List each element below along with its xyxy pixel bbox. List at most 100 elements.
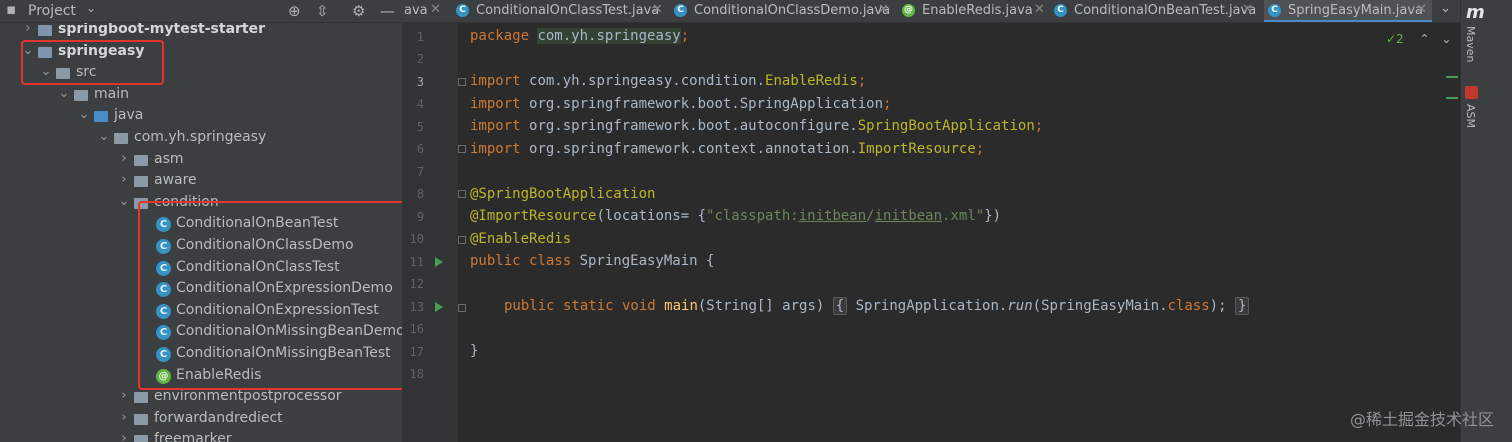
close-icon[interactable]: ✕ [1034,2,1045,17]
line-number: 9 [416,210,424,224]
tree-item[interactable]: › forwardandrediect [0,409,402,430]
tab-springeasymain[interactable]: C SpringEasyMain.java ✕ [1264,0,1432,22]
tree-item[interactable]: C ConditionalOnExpressionTest [0,301,402,322]
asm-tool-button[interactable]: ASM [1464,104,1477,128]
tree-item[interactable]: ⌄ main [0,85,402,106]
maven-tool-button[interactable]: Maven [1464,26,1477,62]
tab-enableredis[interactable]: @ EnableRedis.java ✕ [902,0,1046,22]
tab-label: ConditionalOnBeanTest.java [1074,3,1257,18]
chevron-right-icon[interactable]: › [22,21,34,36]
code-line-13: public static void main(String[] args) {… [504,297,1250,320]
tree-item[interactable]: › freemarker [0,430,402,442]
folder-icon [134,154,148,166]
code-line-17: } [470,343,479,359]
chevron-right-icon[interactable]: › [118,151,130,166]
close-icon[interactable]: ✕ [652,2,663,17]
line-number: 8 [416,187,424,201]
class-icon: C [156,239,171,254]
tree-item[interactable]: C ConditionalOnClassDemo [0,236,402,257]
change-marker [1446,76,1458,78]
chevron-down-icon[interactable]: ⌄ [22,43,34,58]
tab-conditionalonclasstest[interactable]: C ConditionalOnClassTest.java ✕ [456,0,666,22]
class-icon: C [156,260,171,276]
code-line-9: @ImportResource(locations= {"classpath:i… [470,208,1002,224]
tree-item-label: freemarker [154,431,232,442]
run-class-icon[interactable] [435,257,443,267]
tree-item[interactable]: ⌄ condition [0,193,402,214]
tree-item[interactable]: C ConditionalOnMissingBeanDemo [0,322,402,343]
chevron-down-icon[interactable]: ⌄ [118,194,130,209]
folder-icon [134,392,148,404]
tree-item-label: ConditionalOnClassDemo [176,237,354,253]
tab-conditionalonclassdemo[interactable]: C ConditionalOnClassDemo.java ✕ [674,0,892,22]
tree-item[interactable]: › asm [0,150,402,171]
gear-icon[interactable]: ⚙ [352,2,365,20]
tree-item[interactable]: C ConditionalOnMissingBeanTest [0,344,402,365]
code-line-1: package com.yh.springeasy; [470,28,690,44]
tree-item[interactable]: › aware [0,171,402,192]
tree-item-label: main [94,85,129,102]
chevron-down-icon[interactable]: ⌄ [98,129,110,144]
class-icon: C [1268,4,1281,17]
chevron-down-icon[interactable]: ⌄ [40,64,52,79]
chevron-right-icon[interactable]: › [118,172,130,187]
chevron-up-icon[interactable]: ⌃ [1420,32,1430,46]
chevron-down-icon[interactable]: ⌄ [78,107,90,122]
tab-conditionalonbeantest[interactable]: C ConditionalOnBeanTest.java ✕ [1054,0,1257,22]
line-number: 2 [416,52,424,66]
tree-item[interactable]: ⌄ springeasy [0,42,402,63]
tree-item-label: condition [154,193,219,210]
collapse-all-icon[interactable]: ⇳ [316,2,329,20]
tree-item[interactable]: C ConditionalOnExpressionDemo [0,279,402,300]
fold-method-icon[interactable] [458,304,466,312]
fold-imports-end-icon[interactable] [458,145,466,153]
tree-item-label: ConditionalOnExpressionTest [176,301,379,318]
chevron-down-icon[interactable]: ⌄ [1441,32,1451,46]
close-icon[interactable]: ✕ [878,2,889,17]
tree-item[interactable]: ⌄ com.yh.springeasy [0,128,402,149]
module-folder-icon [38,25,52,36]
maven-logo-icon[interactable]: m [1466,2,1485,23]
hide-panel-icon[interactable]: — [380,2,395,20]
chevron-down-icon[interactable]: ⌄ [58,86,70,101]
line-number: 11 [409,255,424,269]
project-view-icon[interactable]: ▪ [6,0,16,18]
tree-item-label: asm [154,150,184,167]
tree-item-label: environmentpostprocessor [154,388,342,405]
tree-item[interactable]: C ConditionalOnBeanTest [0,214,402,235]
tree-item[interactable]: › environmentpostprocessor [0,387,402,408]
code-line-11: public class SpringEasyMain { [470,253,715,269]
tree-item[interactable]: ⌄ src [0,63,402,84]
tree-item[interactable]: ⌄ java [0,106,402,127]
chevron-right-icon[interactable]: › [118,431,130,442]
project-panel-title[interactable]: Project [28,3,76,19]
tree-item-label: springeasy [58,42,145,59]
line-number: 16 [409,322,424,336]
class-icon: C [156,303,171,319]
inspection-widget[interactable]: ✓2 ⌃ ⌄ [1386,32,1451,46]
folder-icon [74,89,88,101]
close-icon[interactable]: ✕ [1416,2,1427,17]
asm-icon[interactable] [1465,86,1478,99]
close-icon[interactable]: ✕ [1242,2,1253,17]
chevron-right-icon[interactable]: › [118,410,130,425]
fold-annotations-icon[interactable] [458,190,466,198]
run-main-icon[interactable] [435,302,443,312]
tree-item[interactable]: @ EnableRedis [0,366,402,387]
fold-annotations-end-icon[interactable] [458,236,466,244]
watermark: @稀土掘金技术社区 [1349,410,1494,429]
tab-truncated[interactable]: ava ✕ [402,0,444,22]
chevron-down-icon[interactable]: ⌄ [86,1,96,15]
close-icon[interactable]: ✕ [430,2,441,17]
tab-label: ConditionalOnClassTest.java [476,3,660,18]
tree-item[interactable]: › springboot-mytest-starter [0,20,402,41]
fold-imports-icon[interactable] [458,78,466,86]
tree-item[interactable]: C ConditionalOnClassTest [0,258,402,279]
editor-tab-bar: ava ✕ C ConditionalOnClassTest.java ✕ C … [402,0,1460,23]
locate-file-icon[interactable]: ⊕ [288,2,301,20]
chevron-right-icon[interactable]: › [118,388,130,403]
tab-list-chevron-icon[interactable]: ⌄ [1440,1,1451,22]
tree-item-label: EnableRedis [176,366,262,383]
line-number: 6 [416,142,424,156]
line-number: 10 [409,232,424,246]
